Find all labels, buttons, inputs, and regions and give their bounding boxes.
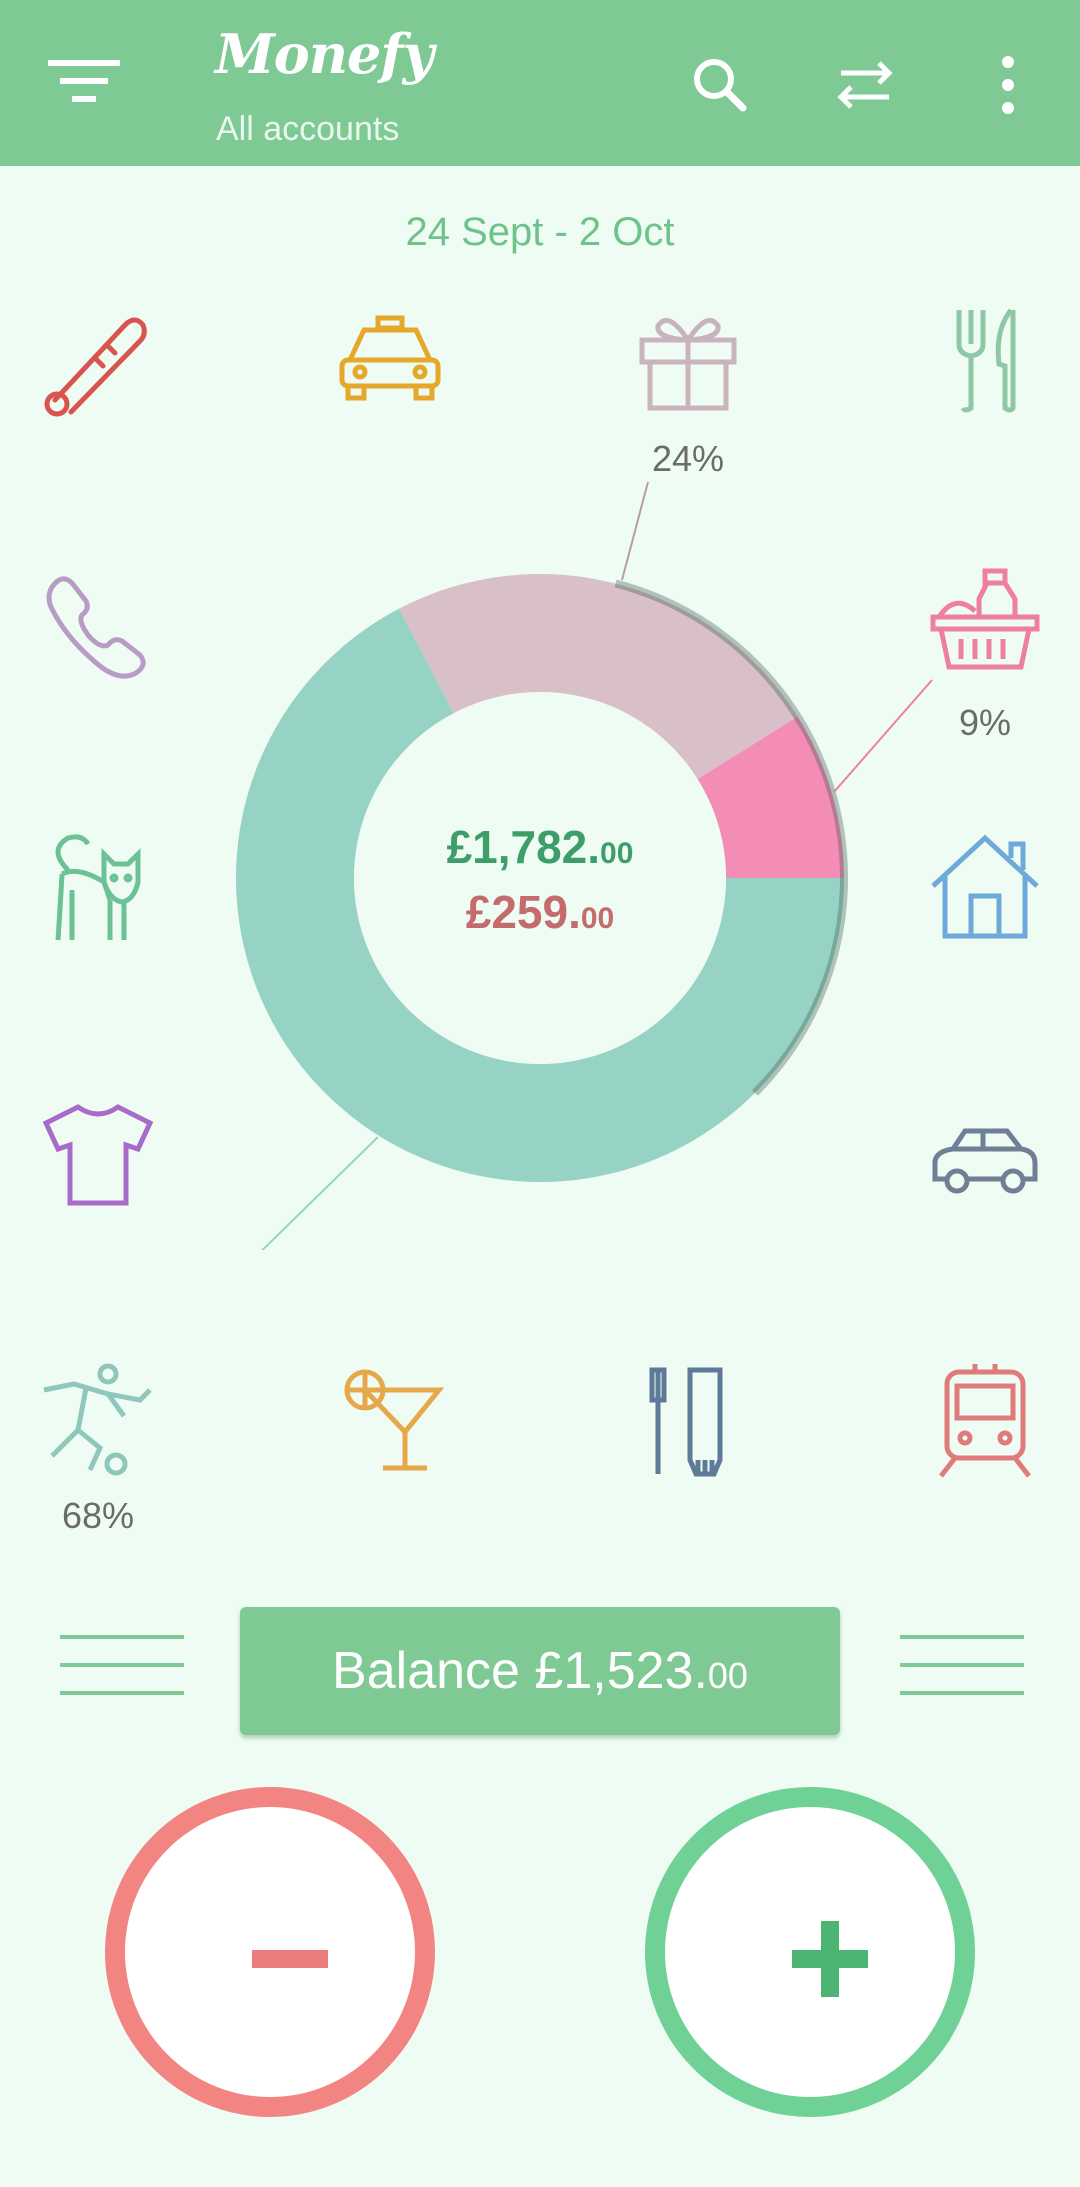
gift-icon[interactable] bbox=[628, 300, 748, 420]
leader-line-24 bbox=[621, 481, 649, 581]
cutlery-icon[interactable] bbox=[925, 300, 1045, 420]
balance-button[interactable]: Balance £1,523.00 bbox=[240, 1607, 840, 1735]
add-expense-button[interactable] bbox=[105, 1787, 435, 2117]
phone-icon[interactable] bbox=[38, 565, 158, 685]
leader-line-68 bbox=[261, 1136, 379, 1250]
percent-label-24: 24% bbox=[651, 438, 725, 479]
expense-donut-chart[interactable] bbox=[0, 0, 1080, 1250]
minus-icon bbox=[252, 1950, 328, 1968]
add-income-button[interactable] bbox=[645, 1787, 975, 2117]
thermometer-icon[interactable] bbox=[35, 300, 155, 420]
car-icon[interactable] bbox=[925, 1095, 1045, 1215]
leader-line-9 bbox=[833, 679, 933, 793]
expense-list-button[interactable] bbox=[60, 1635, 184, 1695]
house-icon[interactable] bbox=[925, 830, 1045, 950]
percent-label-68: 68% bbox=[61, 1495, 135, 1536]
income-list-button[interactable] bbox=[900, 1635, 1024, 1695]
cat-icon[interactable] bbox=[38, 830, 158, 950]
train-icon[interactable] bbox=[925, 1360, 1045, 1480]
toothbrush-icon[interactable] bbox=[628, 1360, 748, 1480]
football-icon[interactable] bbox=[38, 1360, 158, 1480]
percent-label-9: 9% bbox=[958, 702, 1012, 743]
basket-icon[interactable] bbox=[925, 565, 1045, 685]
cocktail-icon[interactable] bbox=[335, 1360, 455, 1480]
expense-total: £259.00 bbox=[465, 886, 615, 938]
income-total: £1,782.00 bbox=[446, 821, 634, 873]
taxi-icon[interactable] bbox=[330, 300, 450, 420]
donut-hole bbox=[354, 692, 726, 1064]
tshirt-icon[interactable] bbox=[38, 1095, 158, 1215]
